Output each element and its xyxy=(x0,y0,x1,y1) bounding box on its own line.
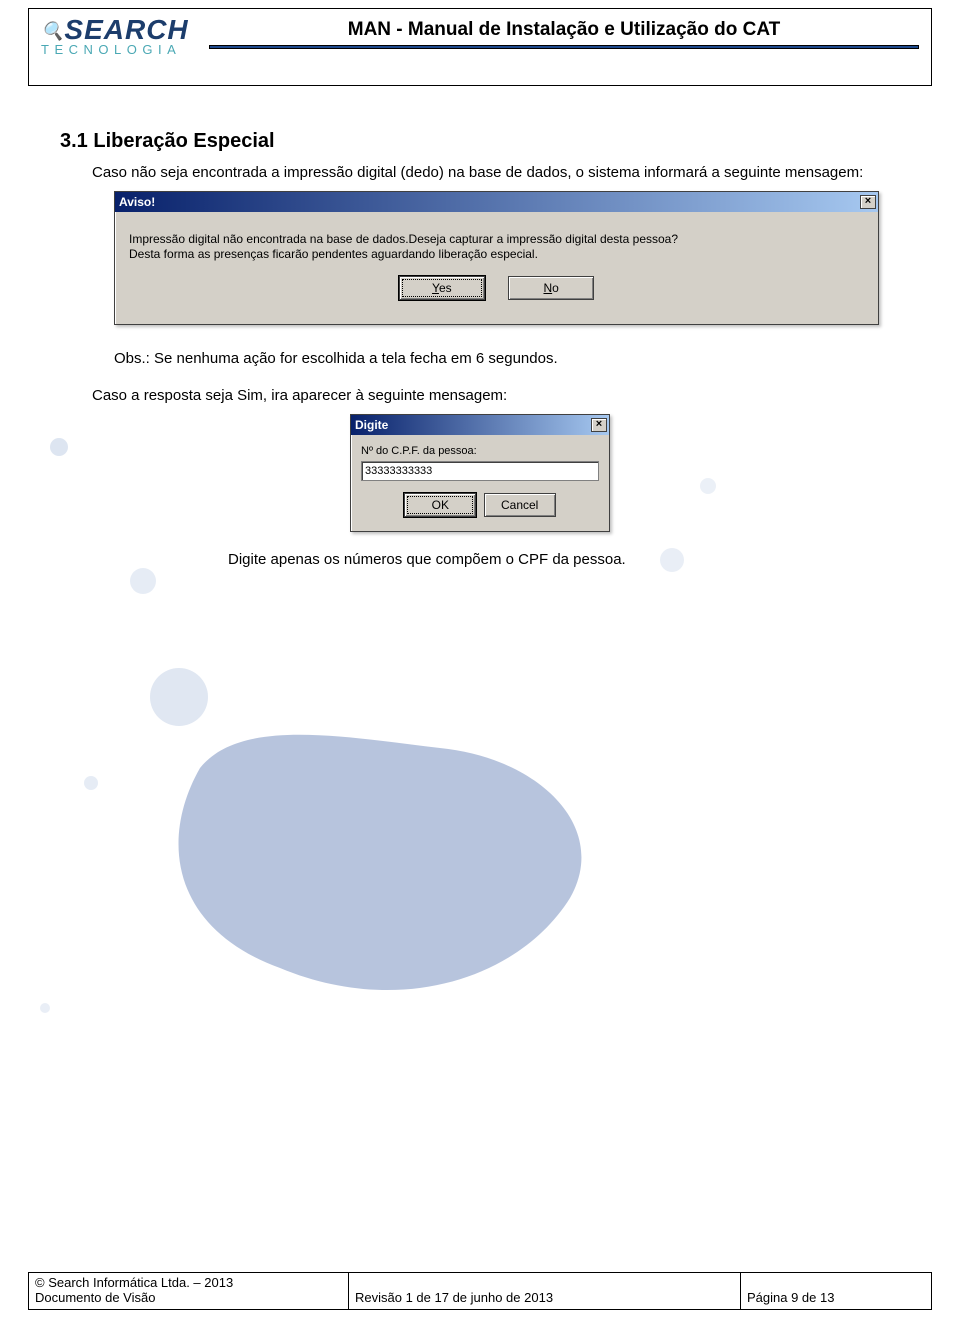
dialog-titlebar: Digite × xyxy=(351,415,609,435)
title-underline xyxy=(209,45,919,49)
ok-button[interactable]: OK xyxy=(404,493,476,517)
page-title: MAN - Manual de Instalação e Utilização … xyxy=(209,19,919,41)
document-footer: © Search Informática Ltda. – 2013 Docume… xyxy=(28,1272,932,1310)
dialog-message-line2: Desta forma as presenças ficarão pendent… xyxy=(129,247,864,262)
search-icon: 🔍 xyxy=(41,24,64,39)
yes-button[interactable]: Yes xyxy=(399,276,485,300)
after-dialog1-text: Caso a resposta seja Sim, ira aparecer à… xyxy=(92,386,900,406)
footer-page-number: Página 9 de 13 xyxy=(747,1290,834,1305)
digite-dialog: Digite × Nº do C.P.F. da pessoa: OK Canc… xyxy=(350,414,610,532)
no-button[interactable]: No xyxy=(508,276,594,300)
aviso-dialog: Aviso! × Impressão digital não encontrad… xyxy=(114,191,879,325)
dialog-message-line1: Impressão digital não encontrada na base… xyxy=(129,232,864,247)
dialog-titlebar: Aviso! × xyxy=(115,192,878,212)
close-icon[interactable]: × xyxy=(591,418,607,432)
document-header: 🔍SEARCH TECNOLOGIA MAN - Manual de Insta… xyxy=(28,8,932,86)
close-icon[interactable]: × xyxy=(860,195,876,209)
cancel-button[interactable]: Cancel xyxy=(484,493,556,517)
cpf-input[interactable] xyxy=(361,461,599,481)
after-dialog2-text: Digite apenas os números que compõem o C… xyxy=(228,550,900,570)
footer-company: © Search Informática Ltda. – 2013 xyxy=(35,1275,342,1290)
footer-doc-type: Documento de Visão xyxy=(35,1290,342,1305)
logo-subtext: TECNOLOGIA xyxy=(41,42,201,57)
logo: 🔍SEARCH TECNOLOGIA xyxy=(29,9,209,85)
intro-paragraph: Caso não seja encontrada a impressão dig… xyxy=(92,163,900,183)
logo-text: SEARCH xyxy=(64,14,188,45)
footer-revision: Revisão 1 de 17 de junho de 2013 xyxy=(355,1290,553,1305)
cpf-field-label: Nº do C.P.F. da pessoa: xyxy=(361,445,599,457)
dialog-title-text: Aviso! xyxy=(119,195,155,209)
section-heading: 3.1 Liberação Especial xyxy=(60,130,900,153)
dialog-title-text: Digite xyxy=(355,418,388,432)
note-text: Obs.: Se nenhuma ação for escolhida a te… xyxy=(114,350,558,367)
